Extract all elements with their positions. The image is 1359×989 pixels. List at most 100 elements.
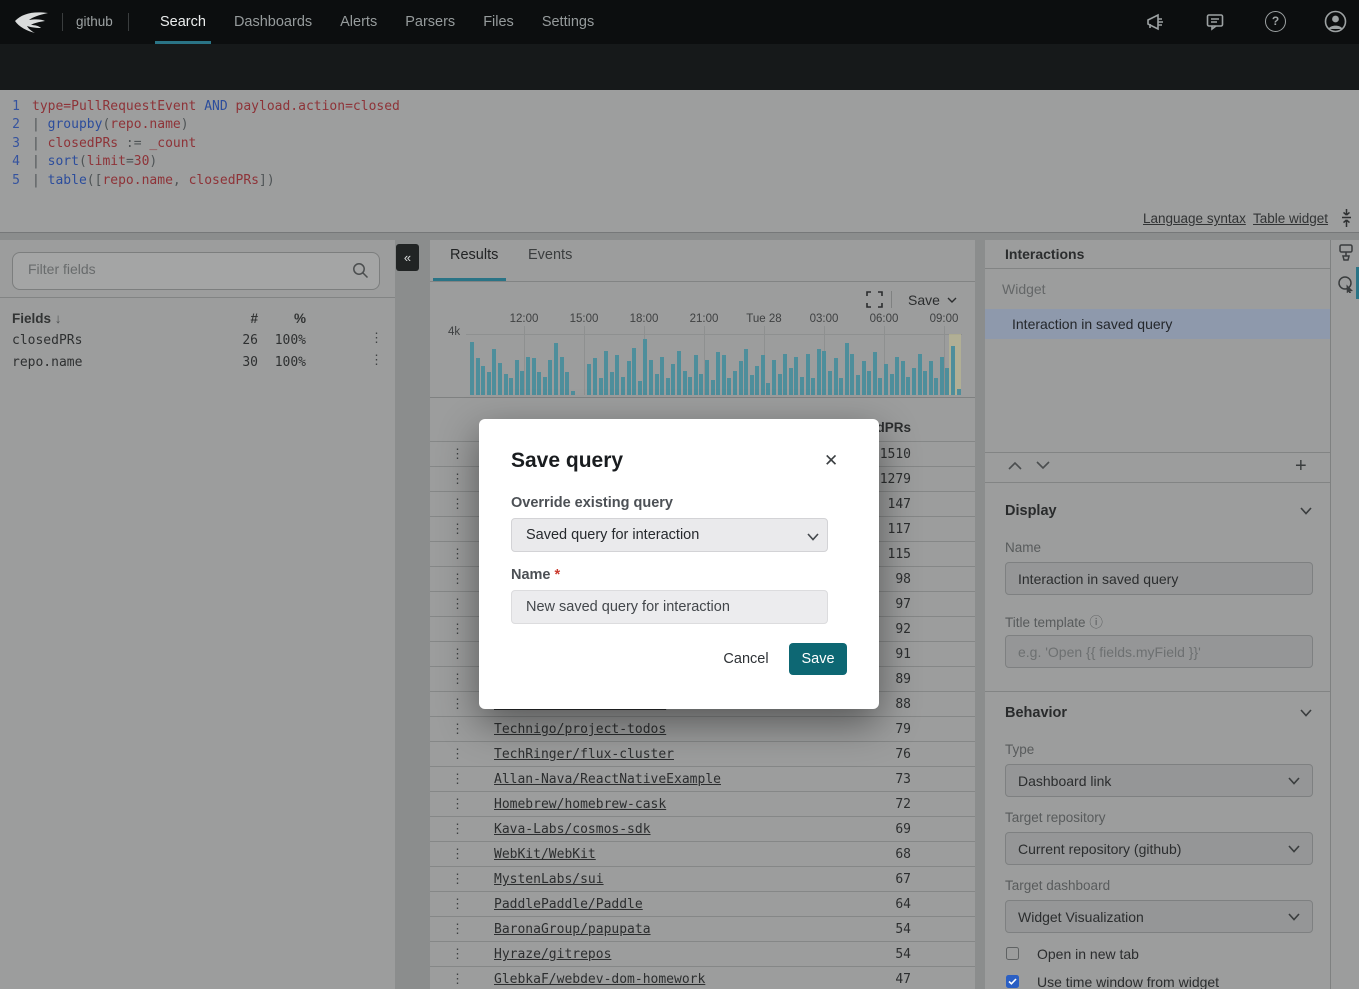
crowdstrike-falcon-logo[interactable]: [14, 9, 52, 35]
collapse-fields-panel-button[interactable]: «: [396, 244, 419, 271]
add-interaction-button[interactable]: +: [1295, 455, 1307, 478]
user-avatar-icon[interactable]: [1324, 10, 1347, 33]
closedprs-value: 98: [895, 572, 911, 587]
fields-column-header[interactable]: Fields ↓: [12, 311, 62, 326]
histogram-bar: [750, 375, 754, 395]
interactions-tab-icon[interactable]: [1337, 275, 1355, 293]
display-section-header[interactable]: Display: [1005, 503, 1057, 519]
row-menu-icon[interactable]: ⋮: [451, 922, 464, 937]
query-editor[interactable]: 1type=PullRequestEvent AND payload.actio…: [0, 90, 1359, 205]
nav-item-parsers[interactable]: Parsers: [403, 0, 457, 44]
cancel-button[interactable]: Cancel: [718, 645, 774, 673]
interaction-list-item-selected[interactable]: Interaction in saved query: [985, 309, 1330, 339]
required-asterisk: *: [555, 567, 561, 583]
nav-item-search[interactable]: Search: [158, 0, 208, 44]
row-menu-icon[interactable]: ⋮: [451, 697, 464, 712]
row-menu-icon[interactable]: ⋮: [451, 872, 464, 887]
styling-tab-icon[interactable]: [1337, 243, 1355, 261]
row-menu-icon[interactable]: ⋮: [451, 597, 464, 612]
row-menu-icon[interactable]: ⋮: [451, 522, 464, 537]
row-menu-icon[interactable]: ⋮: [451, 497, 464, 512]
row-menu-icon[interactable]: ⋮: [451, 647, 464, 662]
repo-link[interactable]: TechRinger/flux-cluster: [494, 747, 674, 762]
repo-link[interactable]: WebKit/WebKit: [494, 847, 596, 862]
row-menu-icon[interactable]: ⋮: [451, 822, 464, 837]
query-name-input[interactable]: New saved query for interaction: [511, 590, 828, 624]
language-syntax-link[interactable]: Language syntax: [1143, 211, 1246, 226]
field-menu-icon[interactable]: ⋮: [370, 331, 383, 346]
repo-link[interactable]: BaronaGroup/papupata: [494, 922, 651, 937]
histogram-bar: [593, 358, 597, 395]
repo-link[interactable]: Hyraze/gitrepos: [494, 947, 611, 962]
nav-item-dashboards[interactable]: Dashboards: [232, 0, 314, 44]
histogram-bar: [554, 343, 558, 395]
announcements-icon[interactable]: [1145, 12, 1165, 32]
check-icon: [1008, 978, 1017, 985]
table-widget-link[interactable]: Table widget: [1253, 211, 1328, 226]
close-icon[interactable]: ✕: [824, 451, 838, 471]
table-row: ⋮Technigo/project-todos79: [430, 716, 975, 741]
row-menu-icon[interactable]: ⋮: [451, 897, 464, 912]
row-menu-icon[interactable]: ⋮: [451, 572, 464, 587]
chevron-down-icon[interactable]: [1300, 709, 1312, 717]
closedprs-value: 1510: [880, 447, 911, 462]
use-time-window-checkbox[interactable]: [1006, 975, 1019, 988]
row-menu-icon[interactable]: ⋮: [451, 622, 464, 637]
repo-link[interactable]: Allan-Nava/ReactNativeExample: [494, 772, 721, 787]
open-in-new-tab-checkbox[interactable]: [1006, 947, 1019, 960]
tab-results[interactable]: Results: [450, 247, 498, 263]
closedprs-value: 97: [895, 597, 911, 612]
histogram-bar: [951, 346, 955, 395]
tab-events[interactable]: Events: [528, 247, 572, 263]
closedprs-value: 147: [888, 497, 911, 512]
row-menu-icon[interactable]: ⋮: [451, 472, 464, 487]
title-template-input[interactable]: e.g. 'Open {{ fields.myField }}': [1005, 635, 1313, 668]
row-menu-icon[interactable]: ⋮: [451, 847, 464, 862]
fullscreen-icon[interactable]: [866, 291, 883, 308]
feedback-icon[interactable]: [1205, 12, 1225, 32]
row-menu-icon[interactable]: ⋮: [451, 772, 464, 787]
row-menu-icon[interactable]: ⋮: [451, 747, 464, 762]
repo-link[interactable]: Kava-Labs/cosmos-sdk: [494, 822, 651, 837]
repo-link[interactable]: Homebrew/homebrew-cask: [494, 797, 666, 812]
histogram-bar: [901, 361, 905, 395]
repo-link[interactable]: GlebkaF/webdev-dom-homework: [494, 972, 705, 987]
histogram-bar: [604, 351, 608, 395]
behavior-section-header[interactable]: Behavior: [1005, 705, 1067, 721]
info-icon[interactable]: ⓘ: [1089, 615, 1103, 630]
collapse-editor-icon[interactable]: [1339, 209, 1354, 227]
field-row[interactable]: closedPRs26100%⋮: [0, 333, 395, 355]
repo-link[interactable]: Technigo/project-todos: [494, 722, 666, 737]
row-menu-icon[interactable]: ⋮: [451, 972, 464, 987]
save-button[interactable]: Save: [789, 643, 847, 675]
chevron-down-icon[interactable]: [1300, 507, 1312, 515]
nav-item-files[interactable]: Files: [481, 0, 516, 44]
repo-link[interactable]: MystenLabs/sui: [494, 872, 604, 887]
move-up-icon[interactable]: [1008, 461, 1022, 470]
histogram-bar: [789, 368, 793, 395]
nav-divider: [62, 13, 63, 31]
field-row[interactable]: repo.name30100%⋮: [0, 355, 395, 377]
closedprs-value: 69: [895, 822, 911, 837]
target-repository-select[interactable]: Current repository (github): [1005, 832, 1313, 865]
save-dropdown[interactable]: Save: [908, 292, 957, 308]
row-menu-icon[interactable]: ⋮: [451, 547, 464, 562]
target-dashboard-select[interactable]: Widget Visualization: [1005, 900, 1313, 933]
histogram-bar: [811, 378, 815, 395]
row-menu-icon[interactable]: ⋮: [451, 722, 464, 737]
row-menu-icon[interactable]: ⋮: [451, 447, 464, 462]
nav-item-settings[interactable]: Settings: [540, 0, 596, 44]
help-icon[interactable]: ?: [1265, 11, 1286, 32]
row-menu-icon[interactable]: ⋮: [451, 947, 464, 962]
move-down-icon[interactable]: [1036, 461, 1050, 470]
repo-link[interactable]: PaddlePaddle/Paddle: [494, 897, 643, 912]
row-menu-icon[interactable]: ⋮: [451, 672, 464, 687]
row-menu-icon[interactable]: ⋮: [451, 797, 464, 812]
nav-item-alerts[interactable]: Alerts: [338, 0, 379, 44]
field-menu-icon[interactable]: ⋮: [370, 353, 383, 368]
interaction-name-input[interactable]: Interaction in saved query: [1005, 562, 1313, 595]
type-select[interactable]: Dashboard link: [1005, 764, 1313, 797]
repo-selector[interactable]: github: [76, 0, 113, 44]
override-query-select[interactable]: Saved query for interaction: [511, 518, 828, 552]
chevron-down-icon: [947, 297, 957, 303]
